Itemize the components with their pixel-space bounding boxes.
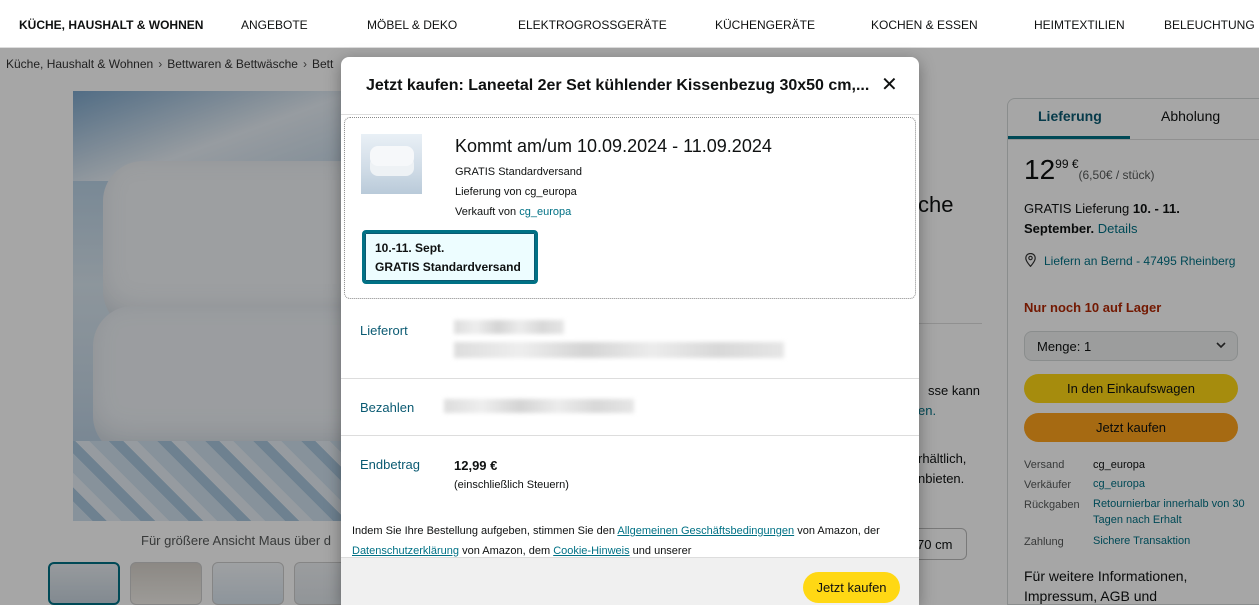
cookie-link[interactable]: Cookie-Hinweis — [553, 545, 629, 557]
category-nav: KÜCHE, HAUSHALT & WOHNEN ANGEBOTE MÖBEL … — [0, 0, 1259, 48]
nav-item-kochen[interactable]: KOCHEN & ESSEN — [871, 18, 978, 32]
ship-to-label: Lieferort — [360, 323, 408, 338]
redacted-payment — [444, 399, 634, 413]
ship-to-section[interactable]: Lieferort — [341, 300, 919, 379]
payment-label: Bezahlen — [360, 400, 415, 415]
tax-note: (einschließlich Steuern) — [454, 479, 569, 491]
nav-item-beleuchtung[interactable]: BELEUCHTUNG — [1164, 18, 1255, 32]
delivered-by: Lieferung von cg_europa — [455, 186, 577, 198]
seller-link[interactable]: cg_europa — [519, 206, 571, 218]
arrival-date: Kommt am/um 10.09.2024 - 11.09.2024 — [455, 136, 772, 156]
nav-item-angebote[interactable]: ANGEBOTE — [241, 18, 308, 32]
legal-text-part: Indem Sie Ihre Bestellung aufgeben, stim… — [352, 525, 618, 537]
shipping-method: GRATIS Standardversand — [455, 166, 582, 178]
delivery-section: Kommt am/um 10.09.2024 - 11.09.2024 GRAT… — [344, 117, 916, 299]
redacted-address — [454, 320, 564, 334]
legal-text-part: und unserer — [629, 545, 692, 557]
terms-link[interactable]: Allgemeinen Geschäftsbedingungen — [617, 525, 794, 537]
delivery-option-selected[interactable]: 10.-11. Sept. GRATIS Standardversand — [362, 230, 538, 284]
dialog-title: Jetzt kaufen: Laneetal 2er Set kühlender… — [366, 77, 870, 94]
redacted-address — [454, 342, 784, 358]
nav-item-elektrogrossgeraete[interactable]: ELEKTROGROSSGERÄTE — [518, 18, 667, 32]
legal-text: Indem Sie Ihre Bestellung aufgeben, stim… — [352, 521, 892, 561]
legal-text-part: von Amazon, dem — [459, 545, 554, 557]
nav-item-moebel[interactable]: MÖBEL & DEKO — [367, 18, 457, 32]
dialog-header: Jetzt kaufen: Laneetal 2er Set kühlender… — [341, 57, 919, 115]
nav-item-heimtextilien[interactable]: HEIMTEXTILIEN — [1034, 18, 1125, 32]
total-label: Endbetrag — [360, 457, 420, 472]
product-thumbnail — [361, 134, 422, 194]
option-method: GRATIS Standardversand — [375, 260, 521, 274]
nav-item-kueche[interactable]: KÜCHE, HAUSHALT & WOHNEN — [19, 18, 203, 32]
nav-item-kuechengeraete[interactable]: KÜCHENGERÄTE — [715, 18, 815, 32]
total-value: 12,99 € — [454, 458, 498, 473]
buy-now-dialog: Jetzt kaufen: Laneetal 2er Set kühlender… — [341, 57, 919, 605]
sold-by: Verkauft von cg_europa — [455, 206, 571, 218]
close-icon[interactable]: ✕ — [881, 74, 898, 96]
sold-by-prefix: Verkauft von — [455, 206, 520, 218]
legal-text-part: von Amazon, der — [794, 525, 880, 537]
option-dates: 10.-11. Sept. — [375, 241, 445, 255]
payment-section[interactable]: Bezahlen — [341, 379, 919, 436]
privacy-link[interactable]: Datenschutzerklärung — [352, 545, 459, 557]
place-order-button[interactable]: Jetzt kaufen — [803, 572, 900, 603]
